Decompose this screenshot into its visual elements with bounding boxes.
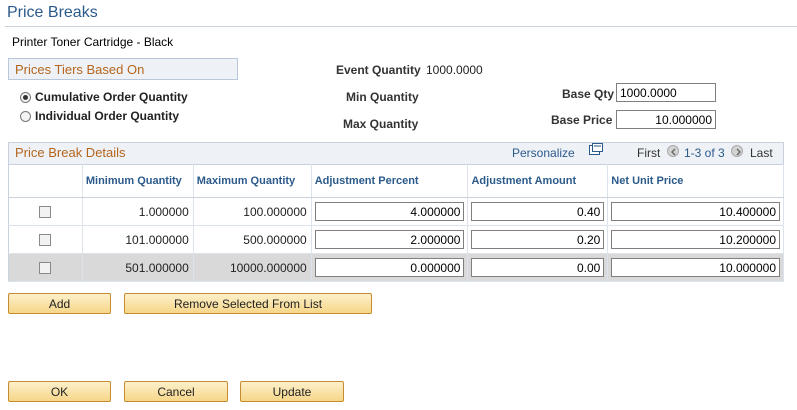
nav-last-label: Last xyxy=(750,146,773,160)
grid-header-row: Minimum Quantity Maximum Quantity Adjust… xyxy=(8,164,784,198)
cancel-button[interactable]: Cancel xyxy=(124,381,228,402)
tiers-heading: Prices Tiers Based On xyxy=(8,58,238,80)
base-price-field[interactable] xyxy=(616,110,716,129)
price-break-grid: Minimum Quantity Maximum Quantity Adjust… xyxy=(8,164,784,282)
net-unit-price-field[interactable] xyxy=(611,230,780,249)
net-unit-price-field[interactable] xyxy=(611,202,780,221)
min-quantity-cell: 501.000000 xyxy=(82,253,194,282)
col-header-minimum-quantity[interactable]: Minimum Quantity xyxy=(82,164,194,198)
ok-button[interactable]: OK xyxy=(8,381,111,402)
max-quantity-cell: 100.000000 xyxy=(193,197,312,226)
row-select-checkbox[interactable] xyxy=(39,262,52,275)
previous-icon[interactable] xyxy=(667,145,679,157)
personalize-link[interactable]: Personalize xyxy=(512,146,575,160)
max-quantity-cell: 500.000000 xyxy=(193,225,312,254)
radio-selected-icon[interactable] xyxy=(20,91,31,103)
min-quantity-cell: 101.000000 xyxy=(82,225,194,254)
row-select-checkbox[interactable] xyxy=(39,206,52,219)
adjustment-percent-field[interactable] xyxy=(314,258,465,277)
adjustment-percent-field[interactable] xyxy=(314,230,465,249)
title-divider xyxy=(5,26,797,27)
col-header-select xyxy=(8,164,83,198)
col-header-net-unit-price[interactable]: Net Unit Price xyxy=(607,164,784,198)
item-description: Printer Toner Cartridge - Black xyxy=(12,35,174,49)
row-select-checkbox[interactable] xyxy=(39,234,52,247)
nav-first-label: First xyxy=(637,146,661,160)
col-header-adjustment-amount[interactable]: Adjustment Amount xyxy=(467,164,609,198)
remove-selected-button[interactable]: Remove Selected From List xyxy=(124,293,372,314)
radio-label-cumulative: Cumulative Order Quantity xyxy=(35,90,188,104)
adjustment-amount-field[interactable] xyxy=(471,202,605,221)
net-unit-price-field[interactable] xyxy=(611,258,780,277)
base-qty-field[interactable] xyxy=(616,83,716,102)
grid-title: Price Break Details xyxy=(15,145,126,160)
col-header-maximum-quantity[interactable]: Maximum Quantity xyxy=(193,164,312,198)
radio-unselected-icon[interactable] xyxy=(20,110,31,122)
table-row: 101.000000 500.000000 xyxy=(8,225,784,254)
radio-label-individual: Individual Order Quantity xyxy=(35,109,180,123)
adjustment-percent-field[interactable] xyxy=(314,202,465,221)
table-row: 1.000000 100.000000 xyxy=(8,197,784,226)
next-icon[interactable] xyxy=(731,145,743,157)
table-row: 501.000000 10000.000000 xyxy=(8,253,784,282)
add-button[interactable]: Add xyxy=(8,293,111,314)
radio-individual-order-quantity[interactable]: Individual Order Quantity xyxy=(20,107,179,125)
col-header-adjustment-percent[interactable]: Adjustment Percent xyxy=(311,164,469,198)
base-qty-label: Base Qty xyxy=(562,87,615,101)
adjustment-amount-field[interactable] xyxy=(471,230,605,249)
max-quantity-label: Max Quantity xyxy=(343,117,419,131)
update-button[interactable]: Update xyxy=(240,381,344,402)
max-quantity-cell: 10000.000000 xyxy=(193,253,312,282)
page-title: Price Breaks xyxy=(7,4,98,21)
event-quantity-label: Event Quantity xyxy=(336,63,421,77)
min-quantity-label: Min Quantity xyxy=(346,90,419,104)
base-price-label: Base Price xyxy=(551,113,613,127)
adjustment-amount-field[interactable] xyxy=(471,258,605,277)
grid-view-icon[interactable] xyxy=(589,143,603,155)
nav-row-range: 1-3 of 3 xyxy=(684,146,725,160)
min-quantity-cell: 1.000000 xyxy=(82,197,194,226)
radio-cumulative-order-quantity[interactable]: Cumulative Order Quantity xyxy=(20,88,188,106)
event-quantity-value: 1000.0000 xyxy=(426,63,483,77)
